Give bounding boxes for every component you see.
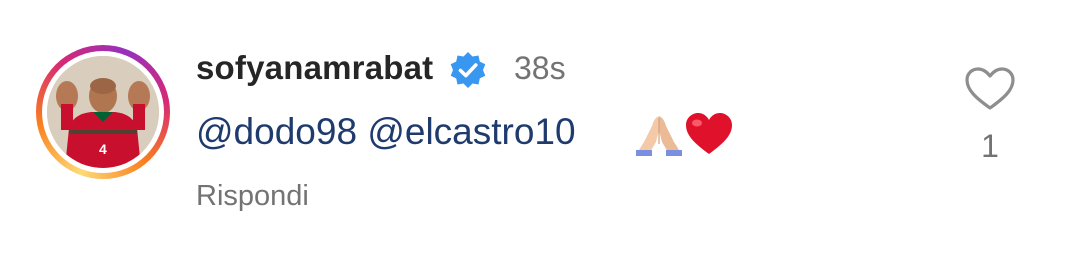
comment-username[interactable]: sofyanamrabat <box>196 48 433 88</box>
avatar[interactable]: 4 <box>47 56 159 168</box>
avatar-jersey-number: 4 <box>99 141 107 157</box>
avatar-story-ring[interactable]: 4 <box>36 45 170 179</box>
heart-outline-icon[interactable] <box>964 66 1016 112</box>
comment-item: 4 sofyanamrabat 38s @dodo98 @elcastro10 … <box>0 0 1080 260</box>
reply-button[interactable]: Rispondi <box>196 176 309 216</box>
red-heart-emoji <box>686 113 732 154</box>
verified-badge-icon <box>450 52 486 88</box>
comment-timestamp: 38s <box>514 50 566 86</box>
mention-link-elcastro10[interactable]: @elcastro10 <box>367 111 575 152</box>
like-count: 1 <box>981 128 999 164</box>
avatar-image: 4 <box>47 56 159 168</box>
mention-link-dodo98[interactable]: @dodo98 <box>196 111 357 152</box>
folded-hands-emoji <box>636 116 682 156</box>
comment-body: @dodo98 @elcastro10 <box>196 108 576 156</box>
